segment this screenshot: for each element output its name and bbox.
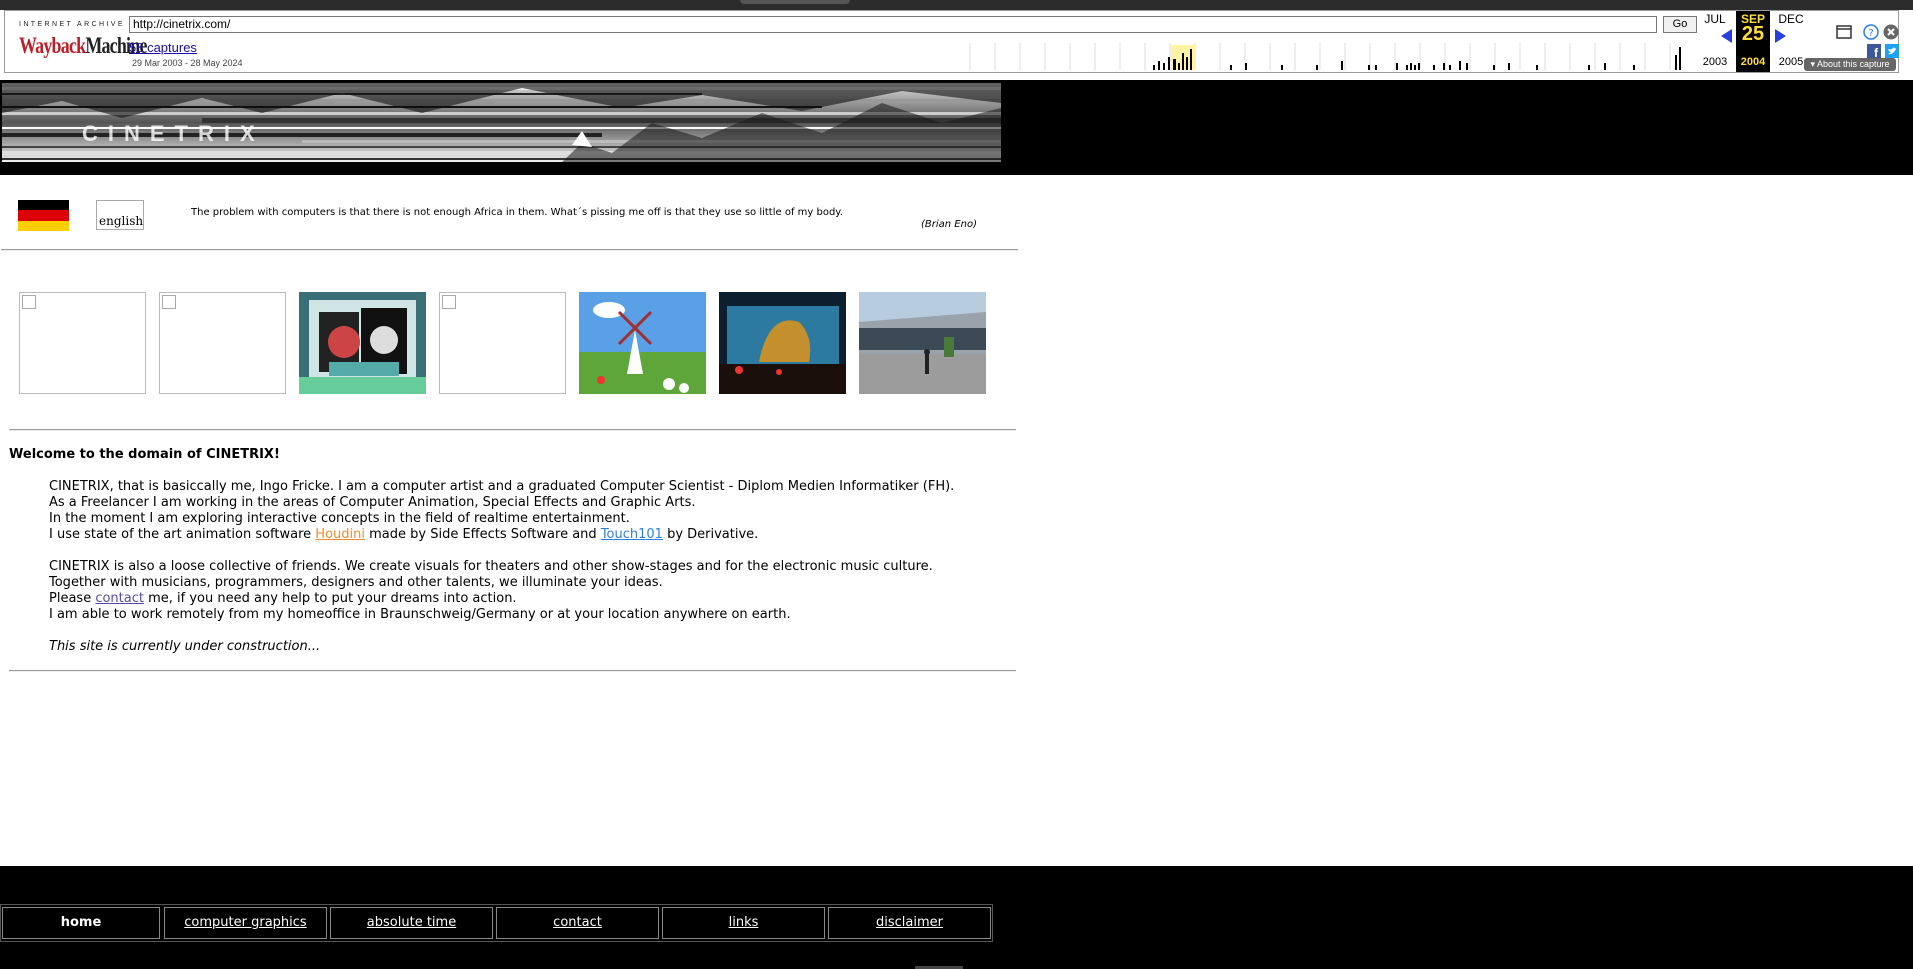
svg-text:?: ? [1868, 28, 1873, 39]
sparkline-svg [969, 43, 1681, 70]
nav-computer-graphics[interactable]: computer graphics [164, 907, 327, 939]
next-arrow-icon[interactable] [1775, 29, 1786, 43]
intro-line: I use state of the art animation softwar… [49, 527, 759, 542]
divider [9, 670, 1016, 672]
nav-disclaimer[interactable]: disclaimer [828, 907, 991, 939]
prev-arrow-icon[interactable] [1721, 29, 1732, 43]
banner-title: CINETRIX [82, 121, 265, 146]
construction-note: This site is currently under constructio… [49, 639, 321, 654]
url-input[interactable]: http://cinetrix.com/ [129, 16, 1657, 33]
collective-line: I am able to work remotely from my homeo… [49, 607, 791, 622]
current-year: 2004 [1740, 56, 1766, 68]
browser-top-strip [0, 0, 1913, 10]
thumbnail-robot[interactable] [299, 292, 426, 394]
welcome-heading: Welcome to the domain of CINETRIX! [9, 447, 280, 462]
quote-text: The problem with computers is that there… [191, 207, 843, 218]
bottom-nav: home computer graphics absolute time con… [0, 904, 993, 942]
wayback-logo[interactable]: INTERNET ARCHIVE WaybackMachine [13, 17, 147, 67]
next-month: DEC [1778, 12, 1804, 26]
thumbnail-broken-image[interactable] [159, 292, 286, 394]
capture-date-range: 29 Mar 2003 - 28 May 2024 [132, 58, 243, 68]
current-day: 25 [1741, 23, 1765, 45]
capture-sparkline[interactable] [968, 43, 1688, 70]
quote-author: (Brian Eno) [921, 219, 977, 230]
internet-archive-label: INTERNET ARCHIVE [19, 21, 125, 28]
thumbnail-building[interactable] [859, 292, 986, 394]
wayback-wordmark: WaybackMachine [19, 33, 147, 58]
calendar-prev[interactable]: JUL 2003 [1695, 11, 1735, 72]
prev-month: JUL [1704, 12, 1726, 26]
collective-line: Please contact me, if you need any help … [49, 591, 517, 606]
intro-line: CINETRIX, that is basiccally me, Ingo Fr… [49, 479, 955, 494]
intro-line: In the moment I am exploring interactive… [49, 511, 630, 526]
touch101-link[interactable]: Touch101 [601, 527, 663, 542]
english-flag-link[interactable]: english [96, 200, 144, 230]
prev-year: 2003 [1702, 56, 1728, 68]
facebook-icon[interactable]: f [1866, 43, 1882, 59]
nav-contact[interactable]: contact [496, 907, 659, 939]
collective-line: Together with musicians, programmers, de… [49, 575, 663, 590]
thumbnail-windmill[interactable] [579, 292, 706, 394]
close-icon[interactable] [1883, 24, 1899, 40]
contact-link[interactable]: contact [95, 591, 144, 606]
german-flag-link[interactable] [18, 200, 69, 231]
thumbnail-broken-image[interactable] [19, 292, 146, 394]
help-icon[interactable]: ? [1863, 24, 1879, 40]
thumbnail-stage[interactable] [719, 292, 846, 394]
nav-home[interactable]: home [2, 907, 160, 939]
houdini-link[interactable]: Houdini [315, 527, 365, 542]
captures-link[interactable]: 58 captures [129, 40, 197, 55]
tab-handle [740, 0, 850, 4]
window-icon[interactable] [1836, 24, 1852, 40]
divider [9, 429, 1016, 431]
divider [1, 249, 1018, 251]
collective-line: CINETRIX is also a loose collective of f… [49, 559, 933, 574]
intro-line: As a Freelancer I am working in the area… [49, 495, 696, 510]
wayback-toolbar: INTERNET ARCHIVE WaybackMachine http://c… [4, 10, 1899, 73]
calendar-current: SEP 25 2004 [1736, 11, 1770, 72]
nav-absolute-time[interactable]: absolute time [330, 907, 493, 939]
nav-links[interactable]: links [662, 907, 825, 939]
about-capture-button[interactable]: ▾ About this capture [1804, 58, 1896, 71]
thumbnail-broken-image[interactable] [439, 292, 566, 394]
cinetrix-banner: CINETRIX [2, 83, 1001, 162]
go-button[interactable]: Go [1663, 16, 1697, 33]
twitter-icon[interactable] [1884, 43, 1900, 59]
